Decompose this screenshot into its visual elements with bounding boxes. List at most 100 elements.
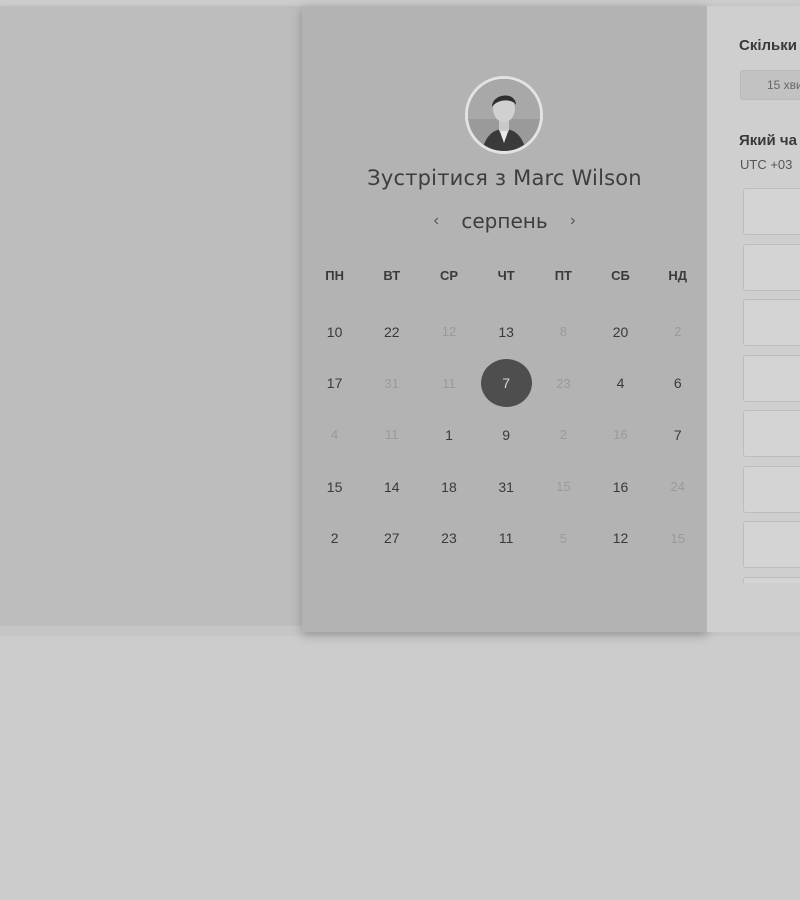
calendar-day: 24	[649, 461, 706, 513]
calendar-day-number: 24	[670, 479, 685, 495]
time-slot-button[interactable]	[743, 410, 800, 457]
calendar-day[interactable]: 6	[649, 358, 706, 410]
time-slot-button[interactable]	[743, 576, 800, 583]
calendar-day-number: 11	[442, 375, 456, 391]
calendar-day: 2	[649, 306, 706, 358]
calendar-day-number: 15	[556, 479, 571, 495]
weekday-header: ПН ВТ СР ЧТ ПТ СБ НД	[306, 268, 706, 283]
time-slot-button[interactable]	[743, 299, 800, 346]
calendar-day[interactable]: 27	[363, 512, 420, 564]
calendar-day-number: 2	[559, 427, 567, 443]
weekday-label: ВТ	[383, 268, 401, 283]
calendar-day: 4	[306, 409, 363, 461]
calendar-day-number: 16	[613, 427, 628, 443]
calendar-day: 15	[535, 461, 592, 513]
calendar-day-number: 16	[612, 478, 629, 495]
time-slot-button[interactable]	[743, 243, 800, 291]
calendar-day[interactable]: 13	[478, 306, 535, 358]
calendar-day[interactable]: 1	[420, 409, 477, 461]
time-slot-button[interactable]	[743, 188, 800, 235]
calendar-day-number: 9	[502, 426, 511, 443]
timezone-label: UTC +03	[740, 157, 793, 172]
calendar-day[interactable]: 4	[592, 358, 649, 410]
calendar-day: 2	[535, 409, 592, 461]
calendar-day[interactable]: 22	[363, 306, 420, 358]
calendar-day: 11	[363, 409, 420, 461]
calendar-day[interactable]: 12	[592, 512, 649, 564]
calendar-day[interactable]: 18	[420, 461, 477, 513]
calendar-day-number: 6	[673, 375, 682, 392]
time-slot-button[interactable]	[743, 465, 800, 513]
calendar-day-number: 4	[330, 427, 339, 443]
calendar-day-number: 18	[441, 478, 457, 495]
calendar-day[interactable]: 11	[478, 512, 535, 564]
month-navigator: ‹ серпень ›	[302, 209, 707, 239]
calendar-day: 11	[420, 358, 477, 410]
calendar-day[interactable]: 10	[306, 306, 363, 358]
calendar-day-number: 5	[559, 530, 567, 546]
calendar-day[interactable]: 31	[478, 461, 535, 513]
calendar-day-number: 10	[326, 323, 343, 340]
calendar-day-number: 23	[556, 375, 571, 391]
calendar-day-number: 23	[441, 530, 457, 547]
calendar-day[interactable]: 9	[478, 409, 535, 461]
calendar-day-number: 15	[326, 478, 343, 495]
calendar-day[interactable]: 20	[592, 306, 649, 358]
calendar-day[interactable]: 15	[306, 461, 363, 513]
chevron-right-icon[interactable]: ›	[570, 212, 575, 230]
calendar-day-number: 27	[383, 530, 400, 547]
weekday-label: НД	[668, 268, 688, 283]
calendar-day-number: 13	[498, 323, 514, 340]
weekday-label: СР	[439, 268, 458, 283]
page: Зустрітися з Marc Wilson ‹ серпень › ПН В…	[0, 0, 800, 900]
calendar-day-number: 31	[384, 375, 400, 391]
weekday-label: ЧТ	[497, 268, 515, 283]
calendar-day: 15	[649, 512, 706, 564]
weekday-label: ПТ	[554, 268, 572, 283]
time-slot-button[interactable]	[743, 521, 800, 568]
duration-select[interactable]: 15 хви	[740, 70, 800, 100]
calendar-day-number: 8	[559, 324, 567, 340]
calendar-day-number: 11	[385, 427, 399, 443]
calendar-day[interactable]: 23	[420, 512, 477, 564]
calendar-day-number: 20	[612, 323, 629, 340]
month-label: серпень	[461, 209, 548, 233]
time-slot-button[interactable]	[743, 354, 800, 402]
duration-title: Скільки	[739, 37, 797, 54]
calendar-day-number: 17	[326, 375, 343, 392]
calendar-day-number: 1	[445, 426, 453, 443]
calendar-day-number: 22	[383, 323, 400, 340]
calendar-day: 31	[363, 358, 420, 410]
calendar-day-number: 12	[441, 324, 457, 340]
calendar-day[interactable]: 2	[306, 512, 363, 564]
calendar-day-number: 11	[498, 530, 514, 547]
time-title: Який ча	[739, 132, 797, 149]
calendar-day: 8	[535, 306, 592, 358]
calendar-day-number: 7	[480, 359, 532, 408]
time-slot-list	[743, 188, 800, 583]
calendar-day[interactable]: 17	[306, 358, 363, 410]
person-avatar-icon	[465, 76, 543, 154]
chevron-left-icon[interactable]: ‹	[434, 212, 439, 230]
calendar-day-number: 31	[498, 478, 514, 495]
calendar-day: 12	[420, 306, 477, 358]
page-title: Зустрітися з Marc Wilson	[367, 166, 642, 190]
calendar-day-number: 4	[616, 375, 625, 392]
calendar-day: 5	[535, 512, 592, 564]
calendar-day-number: 7	[673, 426, 682, 443]
scheduler-calendar-panel: Зустрітися з Marc Wilson ‹ серпень › ПН В…	[302, 6, 707, 632]
calendar-day[interactable]: 16	[592, 461, 649, 513]
calendar-day: 23	[535, 358, 592, 410]
calendar-day-number: 2	[674, 324, 682, 340]
calendar-day: 16	[592, 409, 649, 461]
calendar-day-number: 14	[383, 478, 400, 495]
calendar-day[interactable]: 14	[363, 461, 420, 513]
calendar-day-number: 12	[612, 530, 629, 547]
calendar-day-selected[interactable]: 7	[478, 358, 535, 410]
calendar-grid: 10 22 12 13 8 20 2 17 31 11 7 23 4 6 4 11 1 9 2 16 7 15 14 18 31…	[306, 306, 706, 564]
calendar-day-number: 15	[670, 530, 685, 546]
time-selection-panel: Скільки 15 хви Який ча UTC +03	[707, 6, 800, 632]
weekday-label: СБ	[611, 268, 630, 283]
calendar-day-number: 2	[330, 530, 339, 547]
calendar-day[interactable]: 7	[649, 409, 706, 461]
